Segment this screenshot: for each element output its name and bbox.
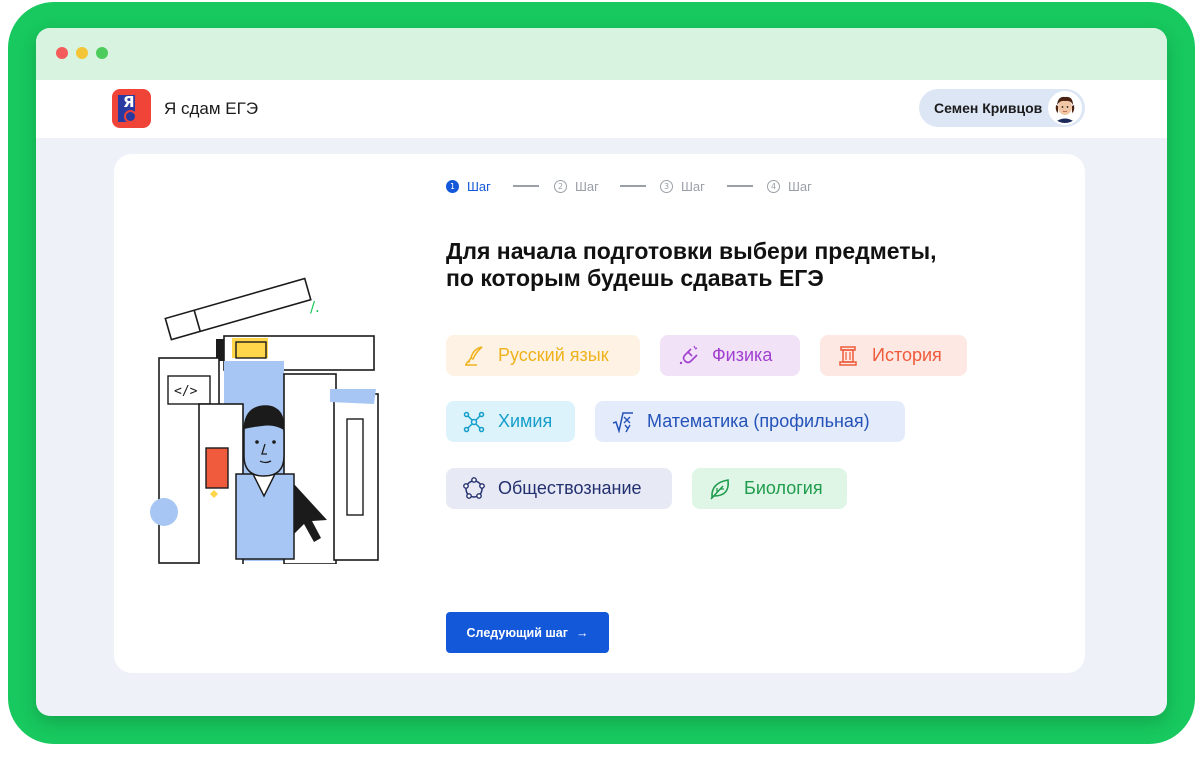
browser-window: Я Я сдам ЕГЭ Семен Кривцов /. </> 1 Шаг … xyxy=(36,28,1167,716)
sqrt-icon xyxy=(611,410,635,434)
next-step-label: Следующий шаг xyxy=(466,625,568,640)
avatar-image xyxy=(1050,93,1080,123)
page-title-line-1: Для начала подготовки выбери предметы, xyxy=(446,238,937,264)
subject-label-chemistry: Химия xyxy=(498,411,553,431)
close-window-dot[interactable] xyxy=(56,47,68,59)
leaf-svg xyxy=(710,478,730,500)
subject-chip-history[interactable]: История xyxy=(820,335,967,376)
quill-pen-icon xyxy=(462,344,486,368)
subject-chip-math-profile[interactable]: Математика (профильная) xyxy=(595,401,905,442)
step-2-number: 2 xyxy=(554,179,567,193)
step-4-number: 4 xyxy=(767,179,780,193)
magnet-icon xyxy=(676,344,700,368)
illustration-svg: /. </> xyxy=(150,277,379,567)
user-name: Семен Кривцов xyxy=(934,100,1043,116)
student-illustration: /. </> xyxy=(144,244,394,567)
stepper: 1 Шаг 2 Шаг 3 Шаг 4 Шаг xyxy=(446,177,846,195)
subject-selection-card: /. </> 1 Шаг 2 Шаг 3 Шаг 4 Шаг Для начал… xyxy=(114,154,1085,673)
svg-text:/.: /. xyxy=(310,298,320,316)
step-4-label: Шаг xyxy=(788,178,812,194)
step-3-label: Шаг xyxy=(681,178,705,194)
step-1-number: 1 xyxy=(446,179,459,193)
avatar[interactable] xyxy=(1048,91,1082,125)
column-svg xyxy=(839,345,857,366)
svg-text:</>: </> xyxy=(174,384,198,399)
step-connector xyxy=(620,185,646,187)
subject-chip-chemistry[interactable]: Химия xyxy=(446,401,575,442)
subject-label-physics: Физика xyxy=(712,345,773,365)
subject-label-math-profile: Математика (профильная) xyxy=(647,411,870,431)
molecule-icon xyxy=(462,410,486,434)
next-step-button[interactable]: Следующий шаг → xyxy=(446,612,609,653)
logo-ball xyxy=(124,110,137,123)
leaf-icon xyxy=(708,477,732,501)
step-3-number: 3 xyxy=(660,179,673,193)
step-connector xyxy=(513,185,539,187)
step-3[interactable]: 3 Шаг xyxy=(660,177,705,195)
logo-letter: Я xyxy=(123,93,135,111)
subject-label-social-studies: Обществознание xyxy=(498,478,642,498)
step-connector xyxy=(727,185,753,187)
subject-chip-russian[interactable]: Русский язык xyxy=(446,335,640,376)
sqrt-svg xyxy=(612,411,633,433)
people-circle-icon xyxy=(462,476,486,501)
step-2-label: Шаг xyxy=(575,178,599,194)
column-icon xyxy=(836,344,860,368)
maximize-window-dot[interactable] xyxy=(96,47,108,59)
arrow-right-icon: → xyxy=(575,625,589,640)
step-1[interactable]: 1 Шаг xyxy=(446,177,491,195)
step-2[interactable]: 2 Шаг xyxy=(554,177,599,195)
molecule-svg xyxy=(463,411,485,432)
quill-pen-svg xyxy=(465,345,483,366)
window-titlebar xyxy=(36,28,1167,80)
user-profile-chip[interactable]: Семен Кривцов xyxy=(919,89,1085,127)
app-title: Я сдам ЕГЭ xyxy=(164,99,259,118)
step-4[interactable]: 4 Шаг xyxy=(767,177,812,195)
people-circle-svg xyxy=(463,476,485,499)
subject-chip-social-studies[interactable]: Обществознание xyxy=(446,468,672,509)
app-logo[interactable]: Я xyxy=(112,89,151,128)
subject-label-biology: Биология xyxy=(744,478,823,498)
subject-chip-biology[interactable]: Биология xyxy=(692,468,847,509)
subject-chip-physics[interactable]: Физика xyxy=(660,335,800,376)
step-1-label: Шаг xyxy=(467,178,491,194)
page-title: Для начала подготовки выбери предметы, п… xyxy=(446,238,1006,292)
page-title-line-2: по которым будешь сдавать ЕГЭ xyxy=(446,265,824,291)
minimize-window-dot[interactable] xyxy=(76,47,88,59)
magnet-svg xyxy=(679,345,698,364)
app-header: Я Я сдам ЕГЭ Семен Кривцов xyxy=(36,80,1167,138)
subject-label-russian: Русский язык xyxy=(498,345,609,365)
subject-label-history: История xyxy=(872,345,942,365)
